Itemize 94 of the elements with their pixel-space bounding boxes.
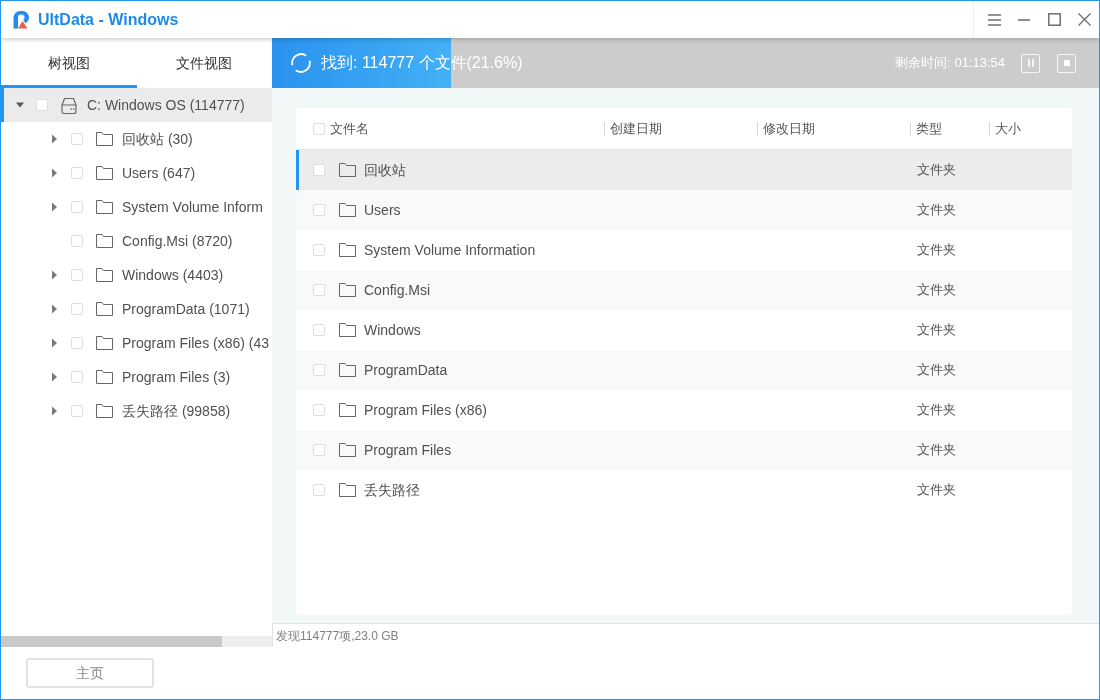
folder-icon: [339, 243, 356, 257]
checkbox[interactable]: [313, 244, 325, 256]
table-cell-text: ProgramData: [364, 360, 448, 380]
checkbox[interactable]: [71, 303, 83, 315]
logo-icon: [12, 10, 31, 29]
folder-icon: [96, 166, 113, 180]
checkbox[interactable]: [313, 122, 325, 135]
folder-icon: [339, 483, 356, 497]
folder-icon: [96, 336, 113, 350]
folder-label: System Volume Inform: [122, 197, 263, 217]
menu-icon: [987, 13, 1001, 26]
checkbox[interactable]: [313, 404, 325, 416]
folder-icon: [339, 163, 356, 177]
checkbox[interactable]: [313, 164, 325, 176]
table-cell-text: 文件夹: [917, 481, 956, 500]
pause-icon: [1027, 59, 1034, 67]
folder-label: 回收站 (30): [122, 129, 193, 149]
caret-down-icon[interactable]: [15, 100, 25, 110]
table-row[interactable]: Users 文件夹: [296, 190, 1072, 230]
folder-icon: [96, 132, 113, 146]
home-button[interactable]: 主页: [26, 658, 154, 688]
checkbox[interactable]: [71, 405, 83, 417]
folder-icon: [339, 283, 356, 297]
folder-icon: [339, 443, 356, 457]
checkbox[interactable]: [36, 99, 48, 111]
spinner-icon: [290, 52, 312, 74]
checkbox[interactable]: [71, 269, 83, 281]
folder-label: Program Files (3): [122, 367, 231, 387]
table-cell-text: Windows: [364, 320, 421, 340]
sidebar-tab[interactable]: 文件视图: [136, 38, 272, 88]
folder-icon: [96, 234, 113, 248]
checkbox[interactable]: [71, 201, 83, 213]
drive-label: C: Windows OS (114777): [87, 95, 245, 115]
table-cell-text: System Volume Information: [364, 240, 536, 260]
table-cell-text: 回收站: [364, 160, 406, 180]
folder-icon: [96, 370, 113, 384]
window-title: UltData - Windows: [38, 9, 179, 30]
table-row[interactable]: 回收站 文件夹: [296, 150, 1072, 190]
folder-label: Program Files (x86) (43: [122, 333, 270, 353]
pause-button[interactable]: [1021, 53, 1040, 73]
folder-label: Windows (4403): [122, 265, 224, 285]
table-cell-text: Program Files (x86): [364, 400, 487, 420]
table-cell-text: 文件夹: [917, 281, 956, 300]
folder-label: Users (647): [122, 163, 196, 183]
table-cell-text: 文件夹: [917, 241, 956, 260]
maximize-icon: [1047, 13, 1061, 26]
folder-icon: [339, 323, 356, 337]
checkbox[interactable]: [313, 444, 325, 456]
column-header[interactable]: 修改日期: [763, 118, 815, 139]
folder-icon: [96, 302, 113, 316]
table-cell-text: Program Files: [364, 440, 452, 460]
checkbox[interactable]: [71, 337, 83, 349]
table-cell-text: 丢失路径: [364, 480, 420, 500]
stop-button[interactable]: [1057, 53, 1076, 73]
folder-icon: [96, 404, 113, 418]
status-text: 发现114777项,23.0 GB: [276, 627, 399, 645]
table-cell-text: 文件夹: [917, 321, 956, 340]
column-header[interactable]: 大小: [995, 118, 1021, 139]
checkbox[interactable]: [313, 284, 325, 296]
folder-icon: [96, 200, 113, 214]
checkbox[interactable]: [71, 167, 83, 179]
folder-icon: [339, 363, 356, 377]
drive-icon: [61, 96, 77, 114]
table-cell-text: 文件夹: [917, 441, 956, 460]
checkbox[interactable]: [313, 324, 325, 336]
table-cell-text: 文件夹: [917, 161, 956, 180]
scrollbar-thumb[interactable]: [1, 636, 222, 647]
checkbox[interactable]: [313, 484, 325, 496]
table-cell-text: Config.Msi: [364, 280, 431, 300]
tree-row[interactable]: C: Windows OS (114777): [1, 88, 272, 122]
column-header[interactable]: 类型: [916, 118, 942, 139]
folder-label: Config.Msi (8720): [122, 231, 233, 251]
table-cell-text: 文件夹: [917, 401, 956, 420]
table-cell-text: 文件夹: [917, 201, 956, 220]
table-row[interactable]: Program Files 文件夹: [296, 430, 1072, 470]
column-header[interactable]: 创建日期: [610, 118, 662, 139]
checkbox[interactable]: [313, 364, 325, 376]
column-header[interactable]: 文件名: [330, 118, 369, 139]
checkbox[interactable]: [313, 204, 325, 216]
folder-icon: [96, 268, 113, 282]
folder-label: 丢失路径 (99858): [122, 401, 231, 421]
minimize-icon: [1018, 18, 1030, 21]
table-cell-text: Users: [364, 200, 401, 220]
folder-icon: [339, 203, 356, 217]
table-row[interactable]: Config.Msi 文件夹: [296, 270, 1072, 310]
stop-icon: [1063, 60, 1070, 66]
checkbox[interactable]: [71, 133, 83, 145]
folder-icon: [339, 403, 356, 417]
checkbox[interactable]: [71, 235, 83, 247]
close-icon: [1077, 13, 1091, 26]
folder-label: ProgramData (1071): [122, 299, 250, 319]
table-row[interactable]: ProgramData 文件夹: [296, 350, 1072, 390]
table-cell-text: 文件夹: [917, 361, 956, 380]
checkbox[interactable]: [71, 371, 83, 383]
